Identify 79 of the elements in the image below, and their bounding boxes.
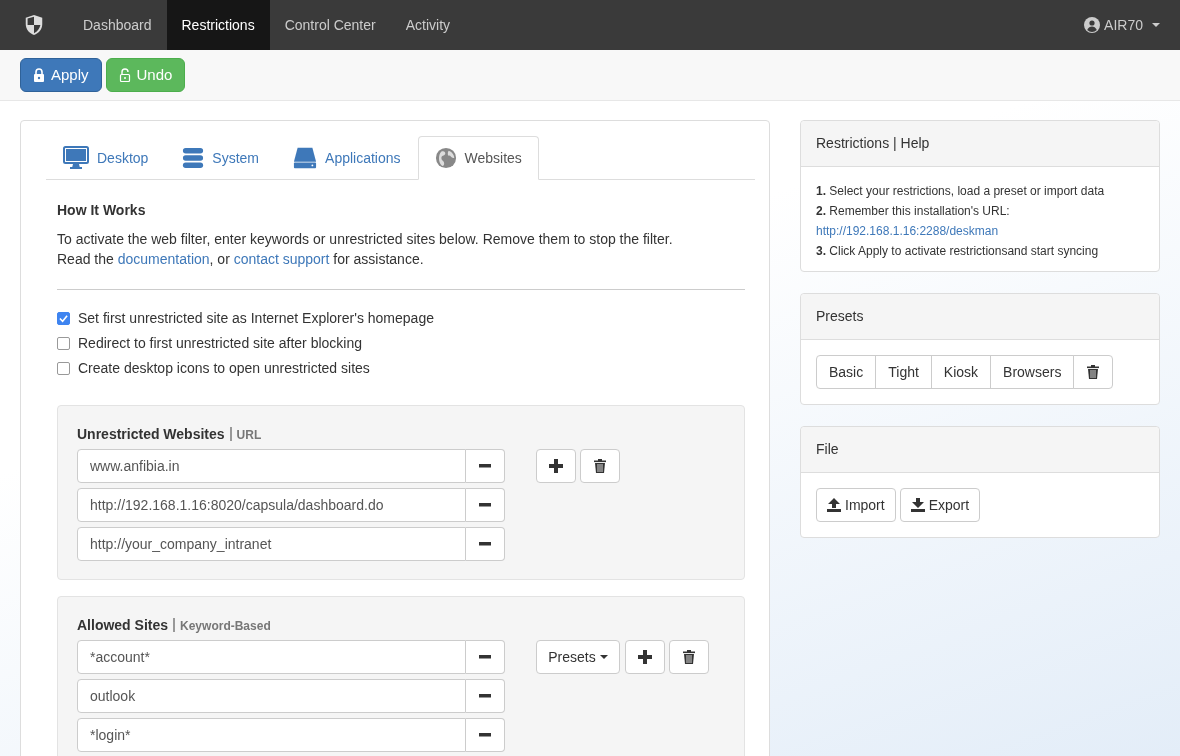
help-link[interactable]: documentation: [117, 251, 210, 267]
help-link[interactable]: contact support: [233, 251, 330, 267]
minus-icon: [479, 464, 491, 468]
shield-logo-icon: [23, 12, 45, 38]
tab[interactable]: System: [165, 136, 277, 180]
checkbox[interactable]: [57, 362, 70, 375]
help-step: 1. Select your restrictions, load a preset or import data: [816, 181, 1144, 201]
minus-icon: [479, 733, 491, 737]
preset-button[interactable]: Kiosk: [930, 355, 992, 389]
section-subtitle: Keyword-Based: [180, 619, 271, 633]
remove-button[interactable]: [466, 718, 505, 752]
add-button[interactable]: [536, 449, 576, 483]
remove-button[interactable]: [466, 640, 505, 674]
delete-button[interactable]: [1073, 355, 1114, 389]
remove-button[interactable]: [466, 449, 505, 483]
lock-icon: [33, 68, 45, 82]
checkbox[interactable]: [57, 312, 70, 325]
section-heading: How It Works: [57, 201, 147, 220]
input-field[interactable]: *account*: [77, 640, 466, 674]
monitor-icon: [63, 146, 89, 170]
add-button[interactable]: [625, 640, 665, 674]
checkbox-label: Set first unrestricted site as Internet Explorer's homepage: [78, 309, 434, 328]
presets-dropdown[interactable]: Presets: [536, 640, 620, 674]
preset-button[interactable]: Tight: [875, 355, 932, 389]
remove-button[interactable]: [466, 488, 505, 522]
upload-icon: [827, 498, 841, 512]
minus-icon: [479, 694, 491, 698]
remove-button[interactable]: [466, 679, 505, 713]
checkbox-label: Create desktop icons to open unrestricted sites: [78, 359, 370, 378]
tab[interactable]: Applications: [276, 136, 418, 180]
help-sentence: Read the documentation, or contact support for assistance.: [57, 250, 425, 269]
input-field[interactable]: www.anfibia.in: [77, 449, 466, 483]
checkbox[interactable]: [57, 337, 70, 350]
drive-icon: [293, 147, 318, 169]
input-field[interactable]: http://your_company_intranet: [77, 527, 466, 561]
preset-button[interactable]: Basic: [816, 355, 877, 389]
nav-link-item[interactable]: Activity: [390, 0, 466, 50]
caret-icon: [1152, 23, 1160, 27]
trash-icon: [594, 459, 606, 473]
server-icon: [182, 147, 205, 169]
nav-link-item[interactable]: Control Center: [269, 0, 391, 50]
url-link[interactable]: http://192.168.1.16:2288/deskman: [816, 221, 999, 241]
export-button[interactable]: Export: [899, 488, 981, 522]
section-title: Allowed Sites: [77, 617, 169, 633]
minus-icon: [479, 503, 491, 507]
card-title: Restrictions | Help: [801, 121, 1159, 167]
preset-button[interactable]: Browsers: [990, 355, 1075, 389]
import-button[interactable]: Import: [816, 488, 896, 522]
apply-button[interactable]: Apply: [20, 58, 102, 92]
help-step: 3. Click Apply to activate restrictionsand start syncing: [816, 241, 1144, 261]
minus-icon: [479, 542, 491, 546]
card-title: File: [801, 427, 1159, 473]
card-title: Presets: [801, 294, 1159, 340]
tab[interactable]: Websites: [417, 136, 539, 180]
user-menu[interactable]: AIR70: [1069, 0, 1180, 50]
section-title: Unrestricted Websites: [77, 426, 225, 442]
section-subtitle: URL: [236, 428, 262, 442]
plus-icon: [549, 459, 563, 473]
help-step: 2. Remember this installation's URL:: [816, 201, 1144, 221]
trash-icon: [1087, 365, 1100, 379]
download-icon: [910, 498, 925, 512]
trash-icon: [683, 650, 695, 664]
delete-button[interactable]: [669, 640, 709, 674]
caret-icon: [599, 655, 608, 659]
nav-link-item[interactable]: Dashboard: [68, 0, 167, 50]
nav-link-item[interactable]: Restrictions: [166, 0, 270, 50]
input-field[interactable]: *login*: [77, 718, 466, 752]
unlock-icon: [118, 68, 131, 82]
description-text: To activate the web filter, enter keywords or unrestricted sites below. Remove them to stop the filter.: [57, 230, 674, 249]
input-field[interactable]: http://192.168.1.16:8020/capsula/dashboard.do: [77, 488, 466, 522]
globe-icon: [434, 147, 457, 169]
delete-button[interactable]: [580, 449, 620, 483]
checkbox-label: Redirect to first unrestricted site after blocking: [78, 334, 362, 353]
plus-icon: [638, 650, 652, 664]
minus-icon: [479, 655, 491, 659]
user-icon: [1084, 17, 1101, 33]
input-field[interactable]: outlook: [77, 679, 466, 713]
remove-button[interactable]: [466, 527, 505, 561]
tab[interactable]: Desktop: [46, 136, 166, 180]
